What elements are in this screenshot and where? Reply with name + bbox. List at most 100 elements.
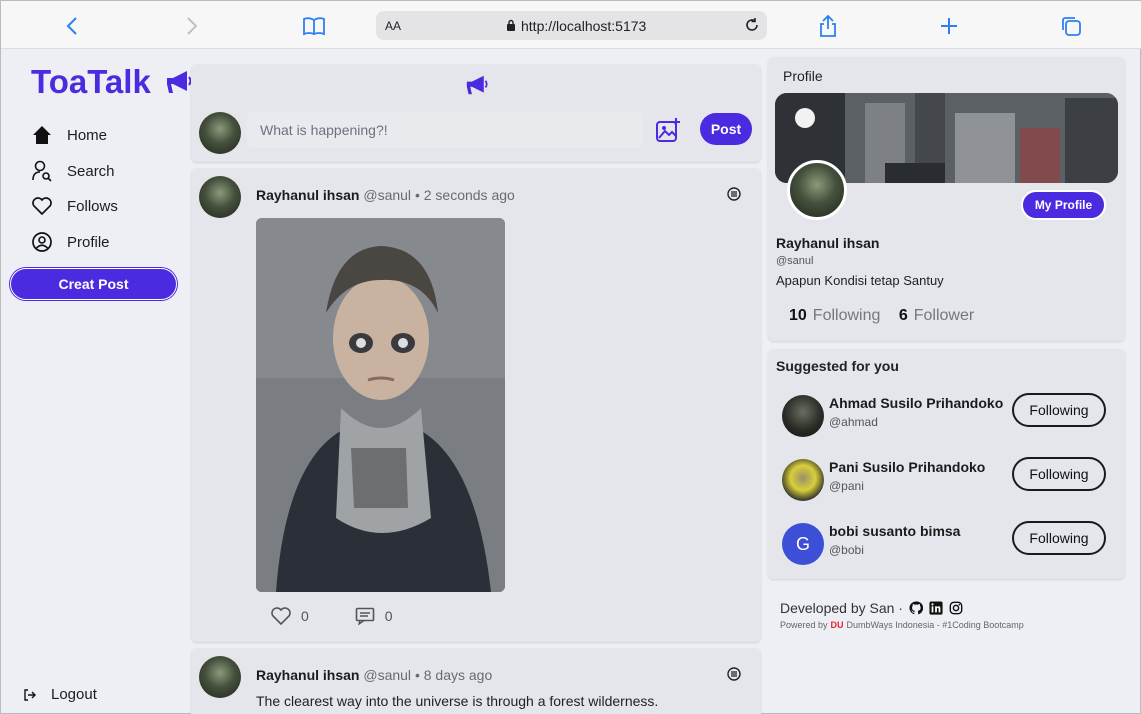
- logout-button[interactable]: Logout: [23, 686, 97, 703]
- profile-name: Rayhanul ihsan: [776, 235, 880, 251]
- logout-label: Logout: [51, 686, 97, 703]
- separator: •: [414, 667, 420, 683]
- browser-toolbar: AA http://localhost:5173: [1, 1, 1141, 49]
- developed-by-text: Developed by San ·: [780, 600, 903, 616]
- reply-count: 0: [384, 608, 393, 624]
- following-stat[interactable]: 10 Following: [789, 307, 880, 324]
- post-card: Rayhanul ihsan @sanul • 2 seconds ago 0: [191, 168, 761, 642]
- sidebar-item-search[interactable]: Search: [31, 160, 115, 182]
- suggested-user: G bobi susanto bimsa @bobi Following: [782, 520, 1112, 566]
- profile-card-title: Profile: [783, 68, 823, 84]
- like-button[interactable]: 0: [271, 607, 309, 625]
- new-tab-icon[interactable]: [936, 13, 962, 39]
- instagram-icon[interactable]: [949, 601, 963, 615]
- following-label: Following: [812, 307, 881, 324]
- logout-icon: [24, 688, 36, 701]
- comment-icon: [355, 607, 375, 625]
- sidebar-item-label: Follows: [67, 197, 118, 215]
- following-count: 10: [789, 307, 807, 324]
- reply-button[interactable]: 0: [355, 607, 393, 625]
- app-logo[interactable]: ToaTalk: [31, 63, 193, 101]
- suggested-user-name[interactable]: bobi susanto bimsa: [829, 523, 960, 539]
- url-text: http://localhost:5173: [521, 18, 647, 34]
- github-icon[interactable]: [909, 601, 923, 615]
- composer-input[interactable]: What is happening?!: [247, 112, 643, 148]
- post-text: The clearest way into the universe is th…: [256, 693, 659, 709]
- avatar[interactable]: [199, 656, 241, 698]
- text-size-button[interactable]: AA: [385, 19, 401, 33]
- post-time: 2 seconds ago: [423, 187, 515, 203]
- post-header: Rayhanul ihsan @sanul • 2 seconds ago: [256, 187, 515, 203]
- suggested-user-name[interactable]: Pani Susilo Prihandoko: [829, 459, 985, 475]
- like-count: 0: [301, 608, 309, 624]
- following-button[interactable]: Following: [1012, 457, 1106, 491]
- heart-icon: [31, 195, 53, 217]
- avatar[interactable]: [782, 459, 824, 501]
- sidebar-item-label: Profile: [67, 233, 110, 251]
- suggested-user: Ahmad Susilo Prihandoko @ahmad Following: [782, 392, 1112, 438]
- post-time: 8 days ago: [423, 667, 493, 683]
- sidebar-item-label: Home: [67, 126, 108, 144]
- powered-prefix: Powered by: [780, 620, 828, 630]
- lock-icon: [507, 19, 515, 31]
- powered-suffix: DumbWays Indonesia - #1Coding Bootcamp: [846, 620, 1024, 630]
- following-button[interactable]: Following: [1012, 393, 1106, 427]
- tabs-overview-icon[interactable]: [1058, 13, 1084, 39]
- sidebar-item-home[interactable]: Home: [31, 124, 107, 146]
- profile-bio: Apapun Kondisi tetap Santuy: [776, 273, 944, 288]
- follower-stat[interactable]: 6 Follower: [899, 307, 974, 324]
- forward-icon[interactable]: [179, 13, 205, 39]
- home-icon: [31, 124, 53, 146]
- linkedin-icon[interactable]: [929, 601, 943, 615]
- author-handle: @sanul: [363, 667, 412, 683]
- avatar[interactable]: G: [782, 523, 824, 565]
- avatar[interactable]: [782, 395, 824, 437]
- back-icon[interactable]: [59, 13, 85, 39]
- add-image-icon[interactable]: [655, 117, 681, 143]
- sidebar-item-profile[interactable]: Profile: [31, 231, 110, 253]
- follower-count: 6: [898, 307, 908, 324]
- footer: Developed by San · Powered by DU DumbWay…: [780, 600, 1024, 630]
- post-actions: 0 0: [271, 607, 439, 625]
- megaphone-icon: [166, 71, 192, 93]
- post-composer: What is happening?! Post: [191, 64, 761, 162]
- suggested-user-handle: @pani: [829, 479, 864, 493]
- create-post-button[interactable]: Creat Post: [10, 268, 177, 300]
- avatar: [199, 112, 241, 154]
- profile-stats: 10 Following 6 Follower: [789, 307, 974, 325]
- sidebar-item-follows[interactable]: Follows: [31, 195, 118, 217]
- share-icon[interactable]: [815, 13, 841, 39]
- address-bar[interactable]: AA http://localhost:5173: [376, 11, 767, 40]
- post-button[interactable]: Post: [700, 113, 752, 145]
- profile-avatar[interactable]: [787, 160, 847, 220]
- dumbways-logo[interactable]: DU: [831, 620, 844, 630]
- suggested-user-handle: @ahmad: [829, 415, 878, 429]
- app-name: ToaTalk: [31, 63, 151, 100]
- reload-icon[interactable]: [743, 16, 761, 34]
- sidebar-item-label: Search: [67, 162, 115, 180]
- heart-icon: [271, 607, 291, 625]
- following-button[interactable]: Following: [1012, 521, 1106, 555]
- more-options-icon[interactable]: [727, 667, 741, 681]
- separator: •: [414, 187, 420, 203]
- bookmarks-icon[interactable]: [301, 13, 327, 39]
- author-name[interactable]: Rayhanul ihsan: [256, 187, 359, 203]
- suggested-card: Suggested for you Ahmad Susilo Prihandok…: [768, 349, 1125, 579]
- follower-label: Follower: [913, 307, 975, 324]
- search-user-icon: [31, 160, 53, 182]
- avatar[interactable]: [199, 176, 241, 218]
- user-circle-icon: [31, 231, 53, 253]
- profile-card: Profile My Profile Rayhanul ihsan @sanul…: [768, 57, 1125, 341]
- developed-by: Developed by San ·: [780, 600, 1024, 616]
- more-options-icon[interactable]: [727, 187, 741, 201]
- profile-handle: @sanul: [776, 255, 814, 267]
- author-name[interactable]: Rayhanul ihsan: [256, 667, 359, 683]
- post-image[interactable]: [256, 218, 505, 592]
- megaphone-icon: [466, 75, 488, 95]
- suggested-user: Pani Susilo Prihandoko @pani Following: [782, 456, 1112, 502]
- suggested-title: Suggested for you: [776, 358, 899, 374]
- suggested-user-name[interactable]: Ahmad Susilo Prihandoko: [829, 395, 1003, 411]
- my-profile-button[interactable]: My Profile: [1021, 190, 1106, 220]
- author-handle: @sanul: [363, 187, 412, 203]
- post-header: Rayhanul ihsan @sanul • 8 days ago: [256, 667, 492, 683]
